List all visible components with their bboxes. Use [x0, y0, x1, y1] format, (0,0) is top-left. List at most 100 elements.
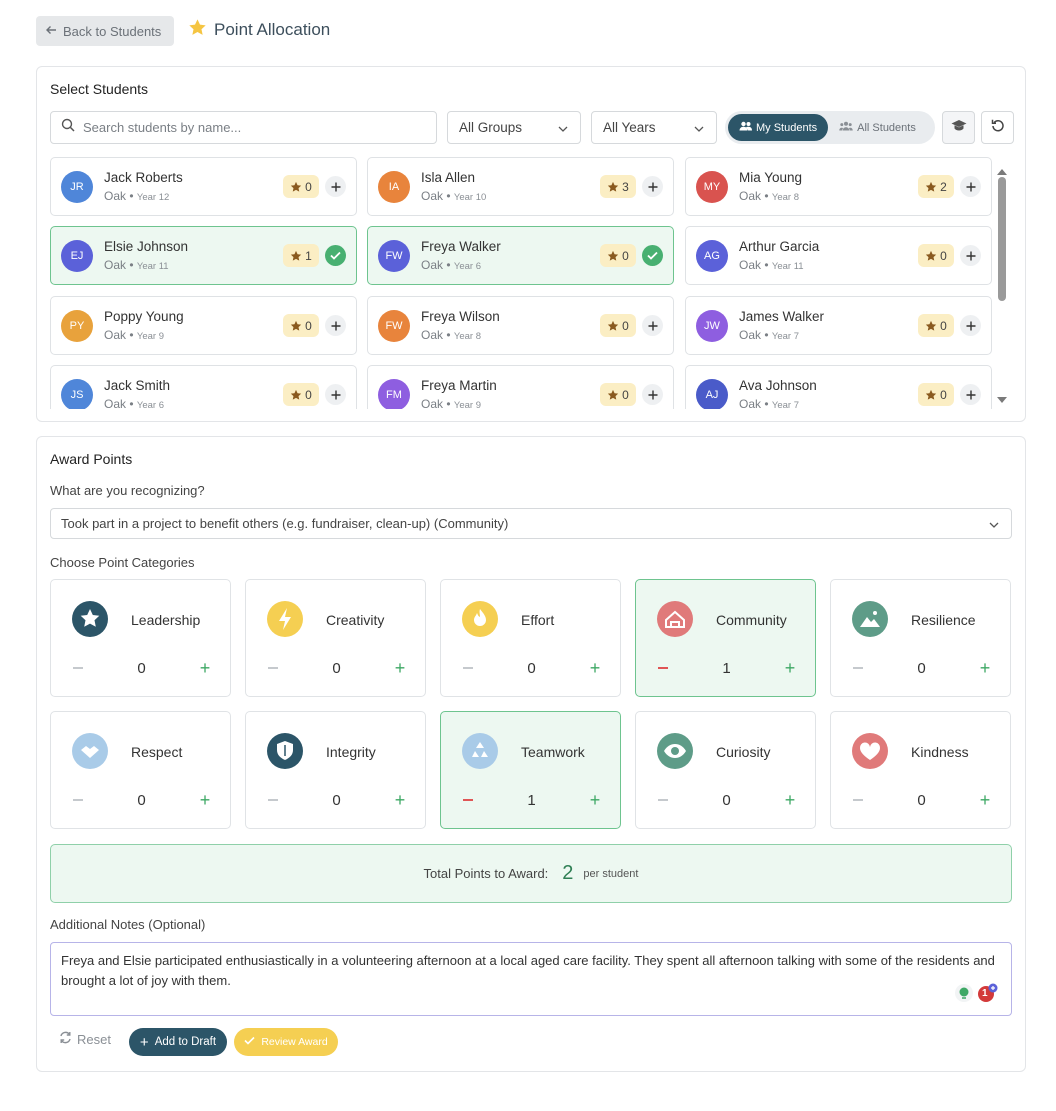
add-student-button[interactable] — [642, 315, 663, 336]
student-card[interactable]: AJ Ava Johnson Oak • Year 7 0 — [685, 365, 992, 409]
increment-button[interactable]: + — [392, 791, 408, 809]
suggestion-count-badge[interactable]: 1 — [976, 983, 998, 1003]
points-badge: 0 — [600, 314, 636, 337]
increment-button[interactable]: + — [392, 659, 408, 677]
student-house: Oak — [421, 328, 444, 342]
selected-check-icon[interactable] — [642, 245, 663, 266]
increment-button[interactable]: + — [782, 791, 798, 809]
category-card[interactable]: Teamwork 1 + — [440, 711, 621, 829]
selected-check-icon[interactable] — [325, 245, 346, 266]
category-card[interactable]: Respect 0 + — [50, 711, 231, 829]
student-card[interactable]: FM Freya Martin Oak • Year 9 0 — [367, 365, 674, 409]
points-badge: 0 — [283, 314, 319, 337]
increment-button[interactable]: + — [587, 659, 603, 677]
category-card[interactable]: Effort 0 + — [440, 579, 621, 697]
back-to-students-button[interactable]: Back to Students — [36, 16, 174, 46]
student-card[interactable]: EJ Elsie Johnson Oak • Year 11 1 — [50, 226, 357, 285]
category-card[interactable]: Resilience 0 + — [830, 579, 1011, 697]
select-students-title: Select Students — [50, 81, 149, 97]
star-icon — [607, 250, 619, 261]
add-student-button[interactable] — [960, 384, 981, 405]
all-students-toggle[interactable]: All Students — [828, 114, 927, 141]
decrement-button[interactable] — [265, 660, 281, 676]
add-to-draft-button[interactable]: + Add to Draft — [129, 1028, 227, 1056]
add-student-button[interactable] — [325, 176, 346, 197]
add-student-button[interactable] — [642, 176, 663, 197]
decrement-button[interactable] — [460, 792, 476, 808]
graduation-cap-icon — [951, 119, 967, 137]
increment-button[interactable]: + — [782, 659, 798, 677]
graduation-filter-button[interactable] — [942, 111, 975, 144]
grammar-assistant-icon[interactable] — [954, 983, 974, 1008]
my-students-label: My Students — [756, 121, 818, 134]
add-student-button[interactable] — [325, 384, 346, 405]
star-icon — [925, 181, 937, 192]
search-input[interactable] — [83, 120, 413, 135]
category-name: Teamwork — [521, 744, 585, 760]
increment-button[interactable]: + — [197, 791, 213, 809]
add-student-button[interactable] — [642, 384, 663, 405]
category-card[interactable]: Community 1 + — [635, 579, 816, 697]
decrement-button[interactable] — [850, 792, 866, 808]
star-icon — [607, 181, 619, 192]
scroll-down-icon[interactable] — [996, 391, 1008, 409]
increment-button[interactable]: + — [197, 659, 213, 677]
star-icon — [290, 389, 302, 400]
student-card[interactable]: AG Arthur Garcia Oak • Year 11 0 — [685, 226, 992, 285]
decrement-button[interactable] — [460, 660, 476, 676]
add-student-button[interactable] — [960, 315, 981, 336]
student-card[interactable]: JR Jack Roberts Oak • Year 12 0 — [50, 157, 357, 216]
decrement-button[interactable] — [850, 660, 866, 676]
recognition-question-label: What are you recognizing? — [50, 483, 205, 498]
student-house: Oak — [739, 258, 762, 272]
undo-icon — [991, 118, 1005, 137]
my-students-toggle[interactable]: My Students — [728, 114, 829, 141]
notes-textarea[interactable]: Freya and Elsie participated enthusiasti… — [50, 942, 1012, 1016]
search-box[interactable] — [50, 111, 437, 144]
refresh-button[interactable] — [981, 111, 1014, 144]
recognition-select[interactable]: Took part in a project to benefit others… — [50, 508, 1012, 539]
decrement-button[interactable] — [70, 660, 86, 676]
add-to-draft-label: Add to Draft — [154, 1036, 217, 1048]
student-year: Year 6 — [453, 261, 482, 272]
avatar-initials: FW — [385, 250, 403, 262]
decrement-button[interactable] — [70, 792, 86, 808]
category-card[interactable]: Curiosity 0 + — [635, 711, 816, 829]
group-filter-select[interactable]: All Groups — [447, 111, 581, 144]
increment-button[interactable]: + — [977, 791, 993, 809]
year-filter-select[interactable]: All Years — [591, 111, 717, 144]
increment-button[interactable]: + — [977, 659, 993, 677]
category-card[interactable]: Leadership 0 + — [50, 579, 231, 697]
category-card[interactable]: Creativity 0 + — [245, 579, 426, 697]
minus-icon — [658, 799, 668, 801]
category-card[interactable]: Kindness 0 + — [830, 711, 1011, 829]
decrement-button[interactable] — [655, 660, 671, 676]
student-card[interactable]: JW James Walker Oak • Year 7 0 — [685, 296, 992, 355]
eye-icon — [657, 733, 693, 769]
heart-icon — [852, 733, 888, 769]
student-year: Year 8 — [771, 192, 800, 203]
review-award-button[interactable]: Review Award — [234, 1028, 338, 1056]
student-card[interactable]: IA Isla Allen Oak • Year 10 3 — [367, 157, 674, 216]
points-badge: 2 — [918, 175, 954, 198]
avatar: PY — [61, 310, 93, 342]
scrollbar-thumb[interactable] — [998, 177, 1006, 301]
student-list-scrollbar[interactable] — [995, 163, 1009, 403]
student-card[interactable]: MY Mia Young Oak • Year 8 2 — [685, 157, 992, 216]
decrement-button[interactable] — [655, 792, 671, 808]
decrement-button[interactable] — [265, 792, 281, 808]
points-badge: 0 — [283, 383, 319, 406]
student-card[interactable]: FW Freya Wilson Oak • Year 8 0 — [367, 296, 674, 355]
student-house: Oak — [104, 328, 127, 342]
student-card[interactable]: JS Jack Smith Oak • Year 6 0 — [50, 365, 357, 409]
add-student-button[interactable] — [960, 176, 981, 197]
student-card[interactable]: FW Freya Walker Oak • Year 6 0 — [367, 226, 674, 285]
category-card[interactable]: Integrity 0 + — [245, 711, 426, 829]
add-student-button[interactable] — [960, 245, 981, 266]
student-card[interactable]: PY Poppy Young Oak • Year 9 0 — [50, 296, 357, 355]
points-count: 0 — [940, 248, 947, 263]
reset-button[interactable]: Reset — [59, 1031, 111, 1047]
increment-button[interactable]: + — [587, 791, 603, 809]
add-student-button[interactable] — [325, 315, 346, 336]
student-house: Oak — [104, 258, 127, 272]
